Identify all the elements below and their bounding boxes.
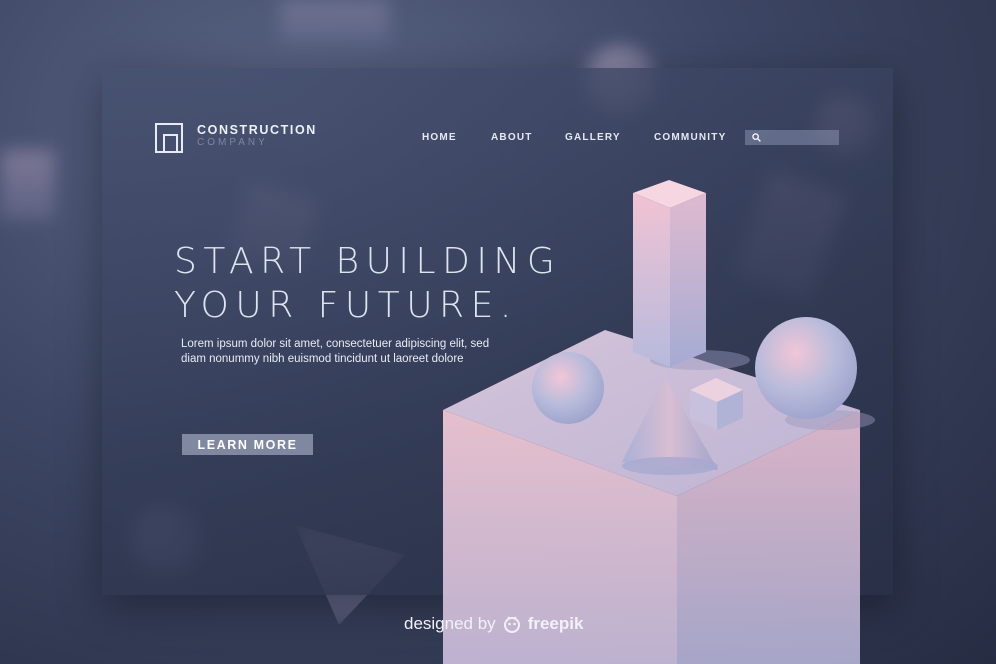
credit-footer[interactable]: designed by freepik (404, 614, 583, 634)
credit-prefix: designed by (404, 614, 496, 633)
credit-brand: freepik (527, 614, 584, 633)
pillar-side (670, 193, 706, 367)
sphere-large (755, 317, 857, 419)
sphere-small (532, 352, 604, 424)
isometric-shapes-illustration (443, 180, 875, 664)
pillar-front (633, 193, 670, 367)
freepik-logo-icon (503, 616, 520, 633)
